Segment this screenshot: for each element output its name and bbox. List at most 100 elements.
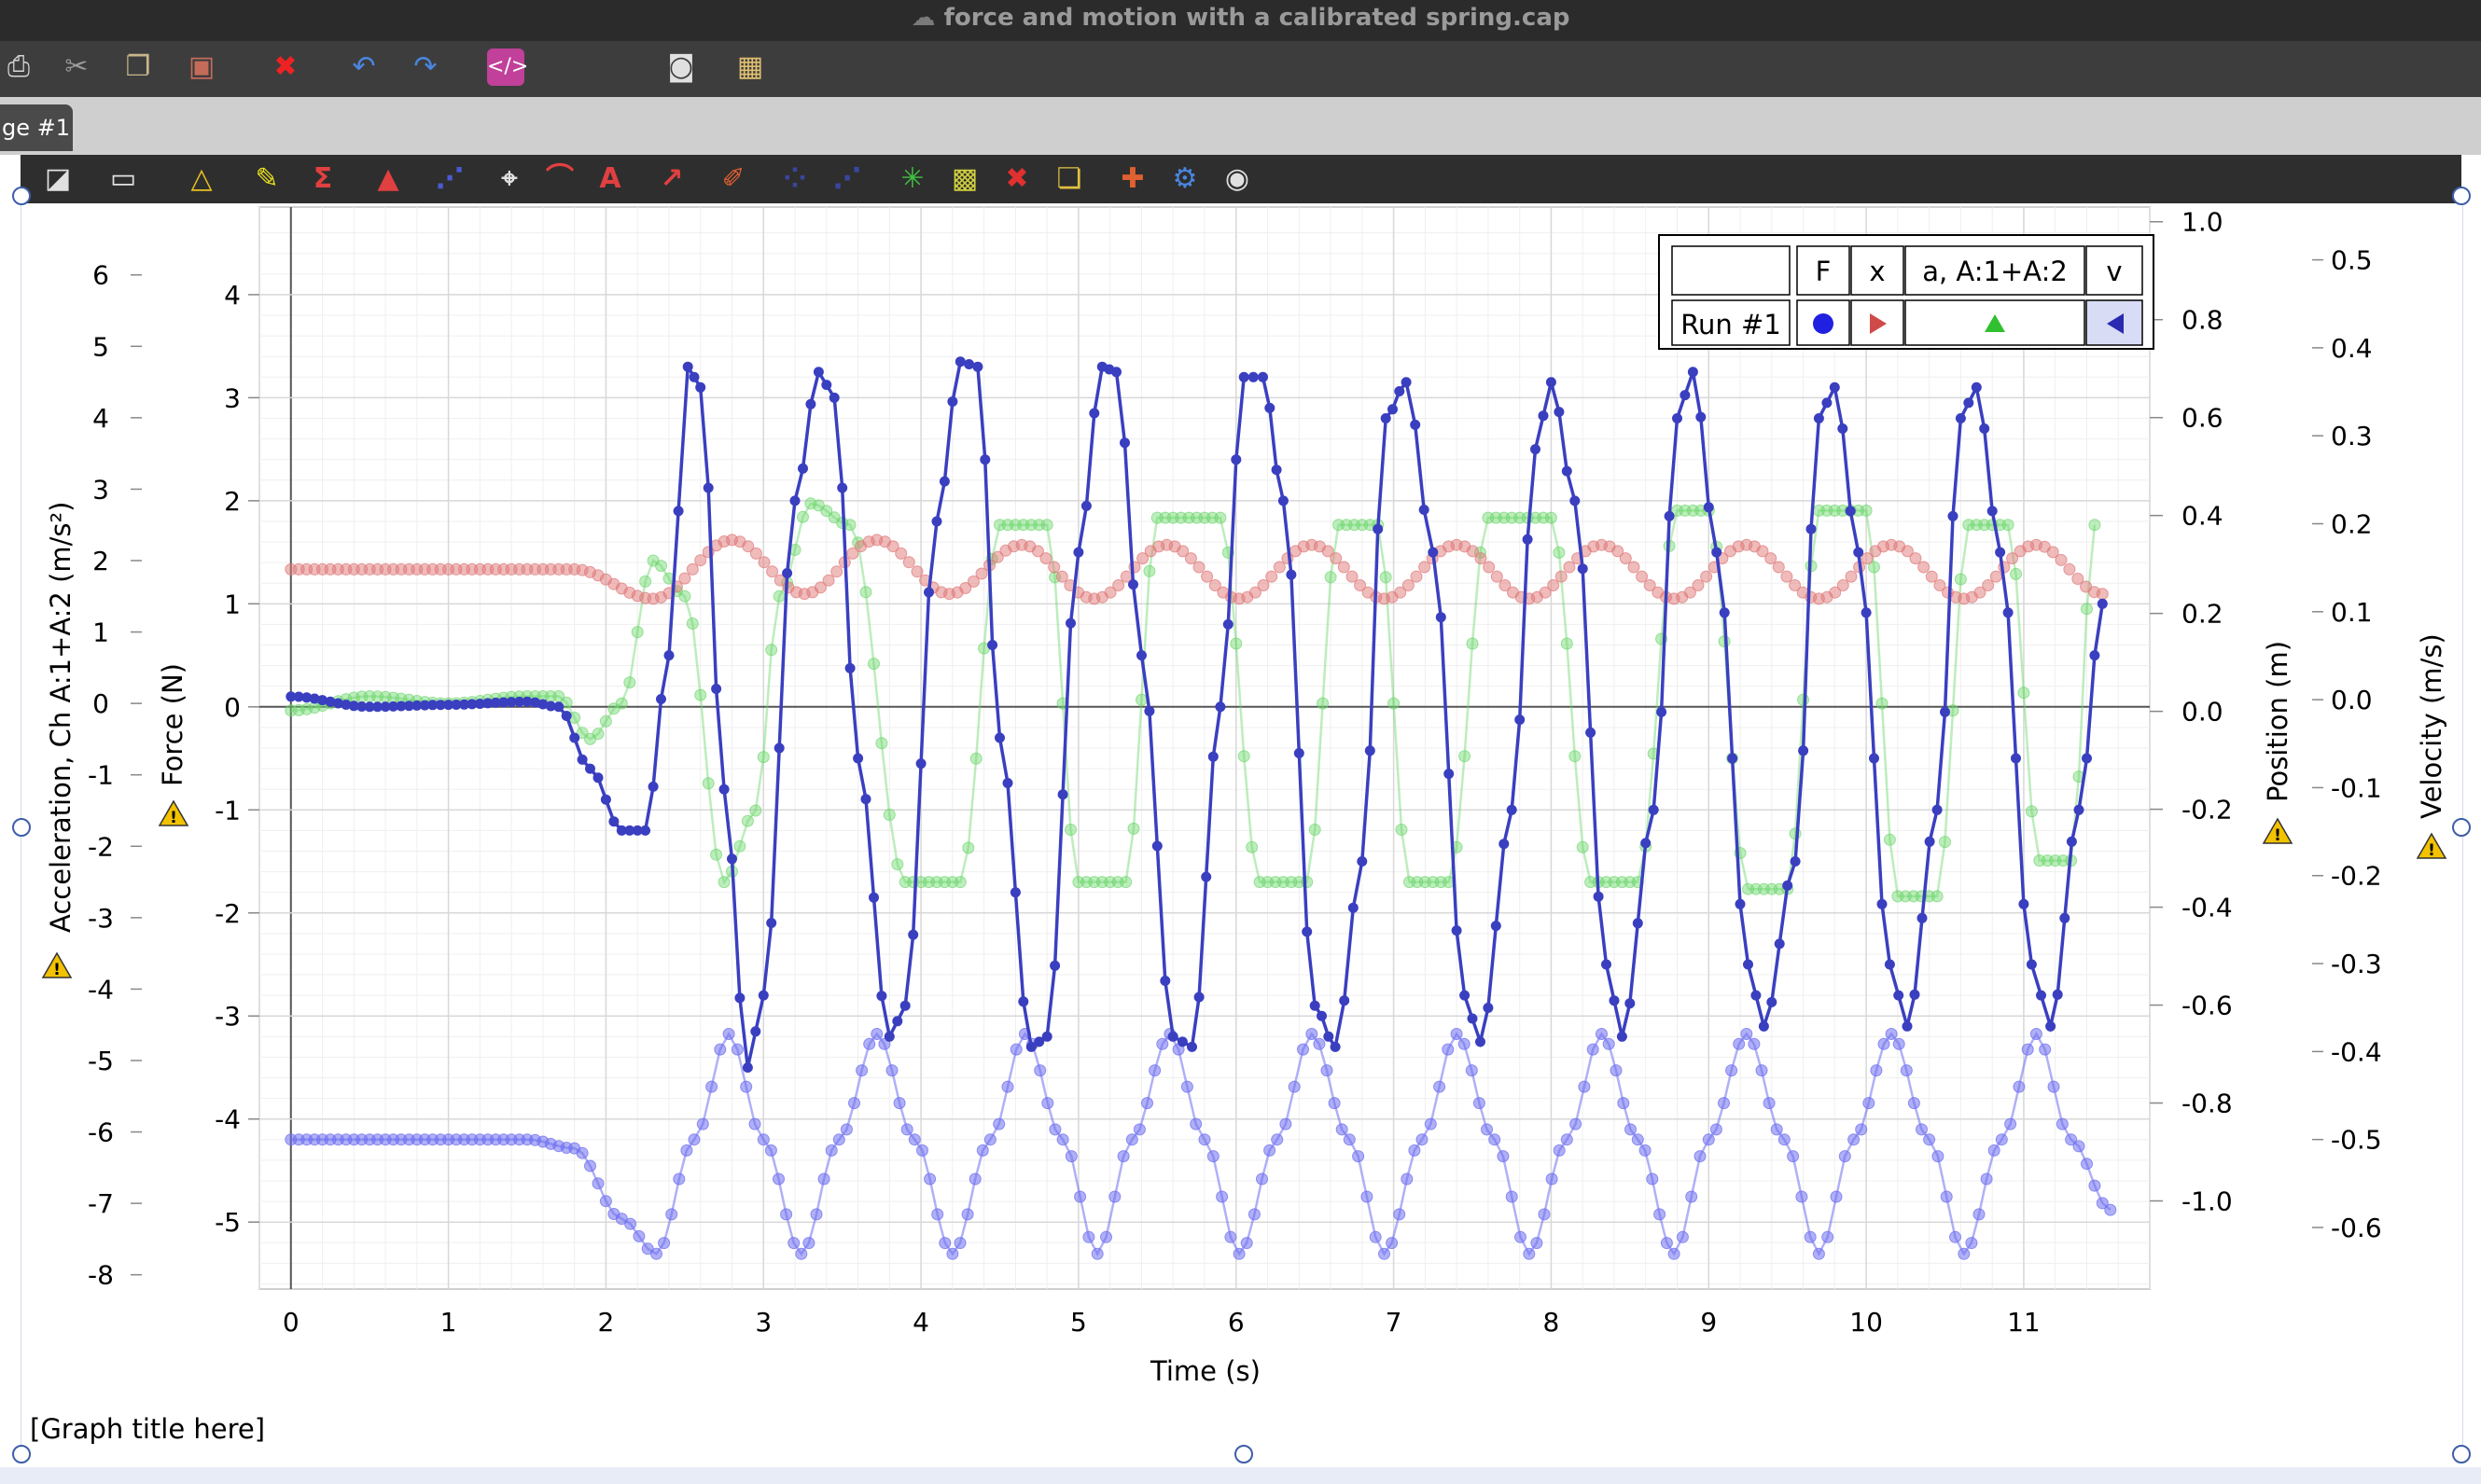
force-data-point bbox=[703, 482, 714, 493]
force-axis-label: Force (N) bbox=[157, 663, 188, 786]
graph-chart[interactable]: 0 1 2 3 4 5 6 7 8 9 10 116543210-1-2-3-4-5-6-7-8432… bbox=[0, 0, 2481, 1484]
force-data-point bbox=[1207, 751, 1219, 762]
velocity-data-point bbox=[2081, 1158, 2093, 1171]
legend-header-force[interactable]: F bbox=[1816, 256, 1832, 287]
position-data-point bbox=[2055, 553, 2068, 566]
velocity-data-point bbox=[1821, 1230, 1834, 1243]
force-data-point bbox=[980, 454, 991, 465]
force-data-point bbox=[931, 516, 942, 527]
warning-icon[interactable]: ! bbox=[41, 951, 73, 979]
velocity-data-point bbox=[1313, 1037, 1326, 1050]
force-data-point bbox=[1050, 960, 1061, 971]
force-data-point bbox=[860, 794, 871, 805]
position-data-point bbox=[895, 547, 908, 560]
acceleration-data-point bbox=[1883, 833, 1896, 846]
acceleration-data-point bbox=[875, 737, 888, 750]
velocity-data-point bbox=[1763, 1097, 1776, 1110]
velocity-data-point bbox=[1949, 1230, 1961, 1243]
force-data-point bbox=[1940, 706, 1950, 717]
force-data-point bbox=[1002, 778, 1013, 788]
legend-run-label[interactable]: Run #1 bbox=[1680, 309, 1781, 340]
acceleration-data-point bbox=[599, 714, 612, 728]
force-data-point bbox=[1498, 839, 1510, 850]
force-data-point bbox=[1364, 745, 1375, 756]
force-data-point bbox=[1672, 413, 1682, 423]
force-data-point bbox=[908, 929, 919, 940]
acceleration-tick-label: 0 bbox=[92, 688, 109, 719]
velocity-data-point bbox=[1862, 1097, 1875, 1110]
velocity-data-point bbox=[1586, 1043, 1599, 1056]
warning-icon[interactable]: ! bbox=[2416, 832, 2447, 860]
velocity-data-point bbox=[1049, 1123, 1062, 1136]
velocity-data-point bbox=[1034, 1064, 1047, 1077]
velocity-data-point bbox=[1980, 1172, 1993, 1186]
force-tick-label: -3 bbox=[215, 1001, 241, 1032]
force-tick-label: 3 bbox=[224, 382, 241, 413]
acceleration-data-point bbox=[1954, 573, 1967, 586]
acceleration-data-point bbox=[868, 658, 880, 671]
acceleration-data-point bbox=[1317, 697, 1330, 710]
force-data-point bbox=[1089, 408, 1100, 419]
force-data-point bbox=[1193, 992, 1205, 1003]
legend-corner-cell bbox=[1671, 245, 1791, 296]
acceleration-tick-label: -8 bbox=[88, 1260, 114, 1291]
velocity-tick-label: 0.0 bbox=[2331, 685, 2373, 715]
velocity-data-point bbox=[599, 1195, 612, 1208]
graph-title[interactable]: [Graph title here] bbox=[30, 1413, 265, 1445]
acceleration-tick-label: 3 bbox=[92, 474, 109, 505]
velocity-data-point bbox=[916, 1144, 928, 1157]
force-data-point bbox=[1790, 856, 1801, 867]
velocity-data-point bbox=[1870, 1064, 1883, 1077]
legend-header-velocity[interactable]: v bbox=[2106, 256, 2122, 287]
force-data-point bbox=[1545, 377, 1556, 388]
velocity-data-point bbox=[1424, 1117, 1437, 1130]
force-data-point bbox=[1995, 547, 2006, 558]
warning-icon[interactable]: ! bbox=[158, 799, 189, 827]
velocity-data-point bbox=[1676, 1230, 1689, 1243]
position-tick-label: -0.8 bbox=[2181, 1089, 2233, 1119]
velocity-data-point bbox=[1190, 1117, 1203, 1130]
force-data-point bbox=[750, 1026, 761, 1037]
velocity-data-point bbox=[961, 1208, 974, 1221]
acceleration-data-point bbox=[1568, 750, 1582, 763]
velocity-data-point bbox=[1180, 1080, 1193, 1093]
velocity-data-point bbox=[1488, 1133, 1501, 1146]
position-data-point bbox=[1112, 579, 1125, 591]
position-data-point bbox=[1039, 552, 1052, 565]
velocity-data-point bbox=[1401, 1172, 1414, 1186]
legend-header-acceleration[interactable]: a, A:1+A:2 bbox=[1922, 256, 2068, 287]
acceleration-data-point bbox=[655, 560, 667, 573]
acceleration-tick-label: -5 bbox=[88, 1046, 114, 1076]
velocity-data-point bbox=[1667, 1247, 1680, 1260]
warning-icon[interactable]: ! bbox=[2262, 817, 2293, 845]
velocity-data-point bbox=[1369, 1230, 1382, 1243]
velocity-data-point bbox=[1830, 1190, 1843, 1203]
acceleration-data-point bbox=[639, 575, 652, 588]
force-data-point bbox=[1373, 523, 1384, 534]
legend[interactable]: F x a, A:1+A:2 v Run #1 bbox=[1658, 234, 2154, 350]
velocity-data-point bbox=[1271, 1133, 1284, 1146]
velocity-data-point bbox=[802, 1237, 815, 1250]
velocity-data-point bbox=[1505, 1190, 1518, 1203]
acceleration-data-point bbox=[678, 589, 691, 603]
force-data-point bbox=[689, 371, 700, 382]
force-data-point bbox=[1451, 925, 1462, 936]
force-marker-icon[interactable] bbox=[1813, 313, 1833, 334]
acceleration-tick-label: -3 bbox=[88, 903, 114, 934]
position-data-point bbox=[1273, 561, 1286, 574]
position-tick-label: -0.6 bbox=[2181, 991, 2233, 1021]
position-data-point bbox=[1192, 561, 1206, 574]
force-data-point bbox=[1167, 1031, 1178, 1042]
legend-header-position[interactable]: x bbox=[1869, 256, 1885, 287]
velocity-data-point bbox=[1660, 1237, 1673, 1250]
velocity-data-point bbox=[1360, 1190, 1373, 1203]
velocity-data-point bbox=[1987, 1144, 2000, 1157]
position-data-point bbox=[1780, 570, 1793, 583]
acceleration-data-point bbox=[765, 644, 778, 657]
velocity-data-point bbox=[576, 1146, 589, 1159]
acceleration-tick-label: -6 bbox=[88, 1117, 114, 1148]
position-data-point bbox=[758, 556, 771, 569]
x-tick-label: 7 bbox=[1386, 1307, 1402, 1338]
acceleration-data-point bbox=[1308, 824, 1321, 836]
acceleration-data-point bbox=[694, 688, 707, 701]
